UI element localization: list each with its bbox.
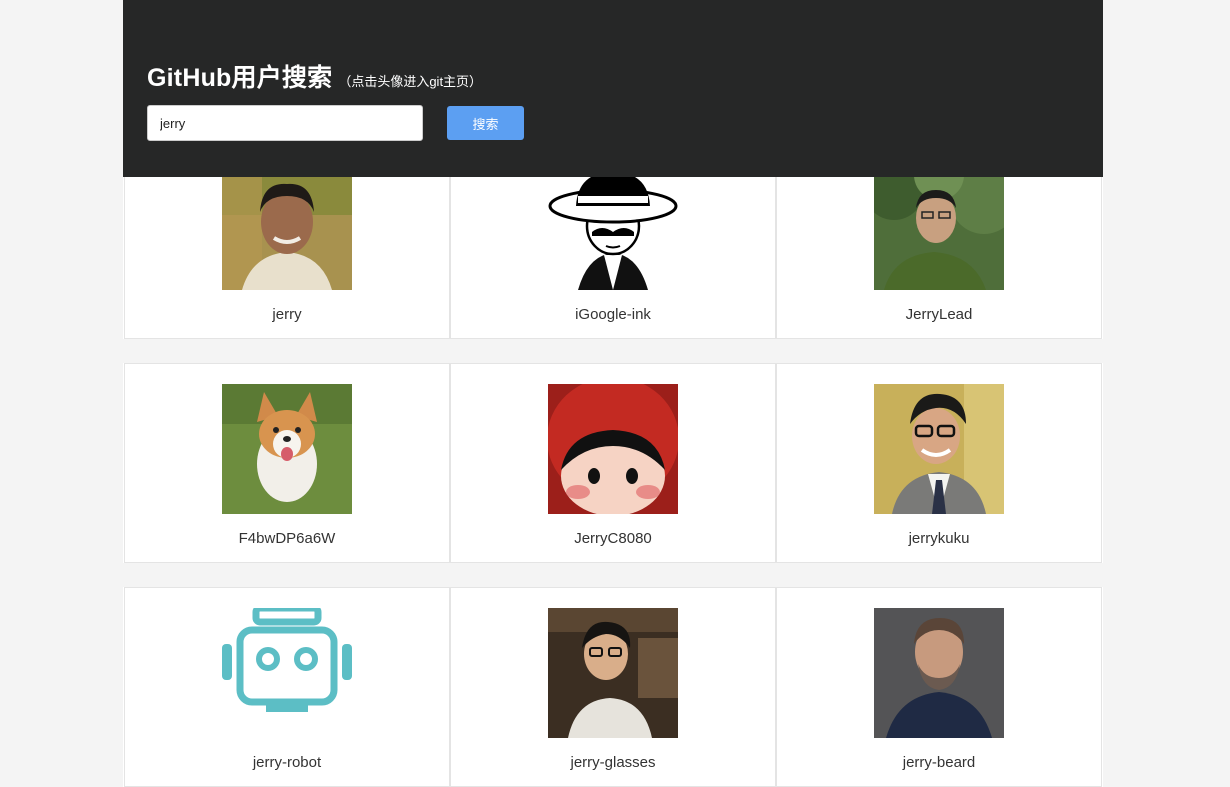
user-avatar[interactable] xyxy=(222,384,352,514)
title-text: GitHub用户搜索 xyxy=(147,64,333,92)
user-login[interactable]: JerryC8080 xyxy=(451,530,775,547)
user-avatar[interactable] xyxy=(874,384,1004,514)
user-card[interactable]: JerryC8080 xyxy=(450,363,776,563)
user-avatar[interactable] xyxy=(874,608,1004,738)
user-card[interactable]: jerrykuku xyxy=(776,363,1102,563)
user-avatar[interactable] xyxy=(548,384,678,514)
user-login[interactable]: jerry-glasses xyxy=(451,754,775,771)
title-hint: （点击头像进入git主页） xyxy=(338,74,483,89)
user-login[interactable]: jerry-robot xyxy=(125,754,449,771)
user-login[interactable]: JerryLead xyxy=(777,306,1101,323)
user-login[interactable]: F4bwDP6a6W xyxy=(125,530,449,547)
page-title: GitHub用户搜索 （点击头像进入git主页） xyxy=(147,58,482,94)
search-button[interactable]: 搜索 xyxy=(447,106,524,140)
user-login[interactable]: jerry-beard xyxy=(777,754,1101,771)
user-avatar[interactable] xyxy=(874,160,1004,290)
user-card[interactable]: jerry-beard xyxy=(776,587,1102,787)
user-avatar[interactable] xyxy=(222,160,352,290)
user-card[interactable]: jerry-glasses xyxy=(450,587,776,787)
user-login[interactable]: jerrykuku xyxy=(777,530,1101,547)
user-login[interactable]: jerry xyxy=(125,306,449,323)
user-avatar[interactable] xyxy=(222,608,352,738)
search-input[interactable] xyxy=(147,105,423,141)
page-container: GitHub用户搜索 （点击头像进入git主页） 搜索 jerry xyxy=(123,0,1103,787)
user-avatar[interactable] xyxy=(548,608,678,738)
user-card[interactable]: F4bwDP6a6W xyxy=(124,363,450,563)
user-card[interactable]: jerry-robot xyxy=(124,587,450,787)
user-avatar[interactable] xyxy=(548,160,678,290)
user-login[interactable]: iGoogle-ink xyxy=(451,306,775,323)
search-header: GitHub用户搜索 （点击头像进入git主页） 搜索 xyxy=(123,0,1103,177)
